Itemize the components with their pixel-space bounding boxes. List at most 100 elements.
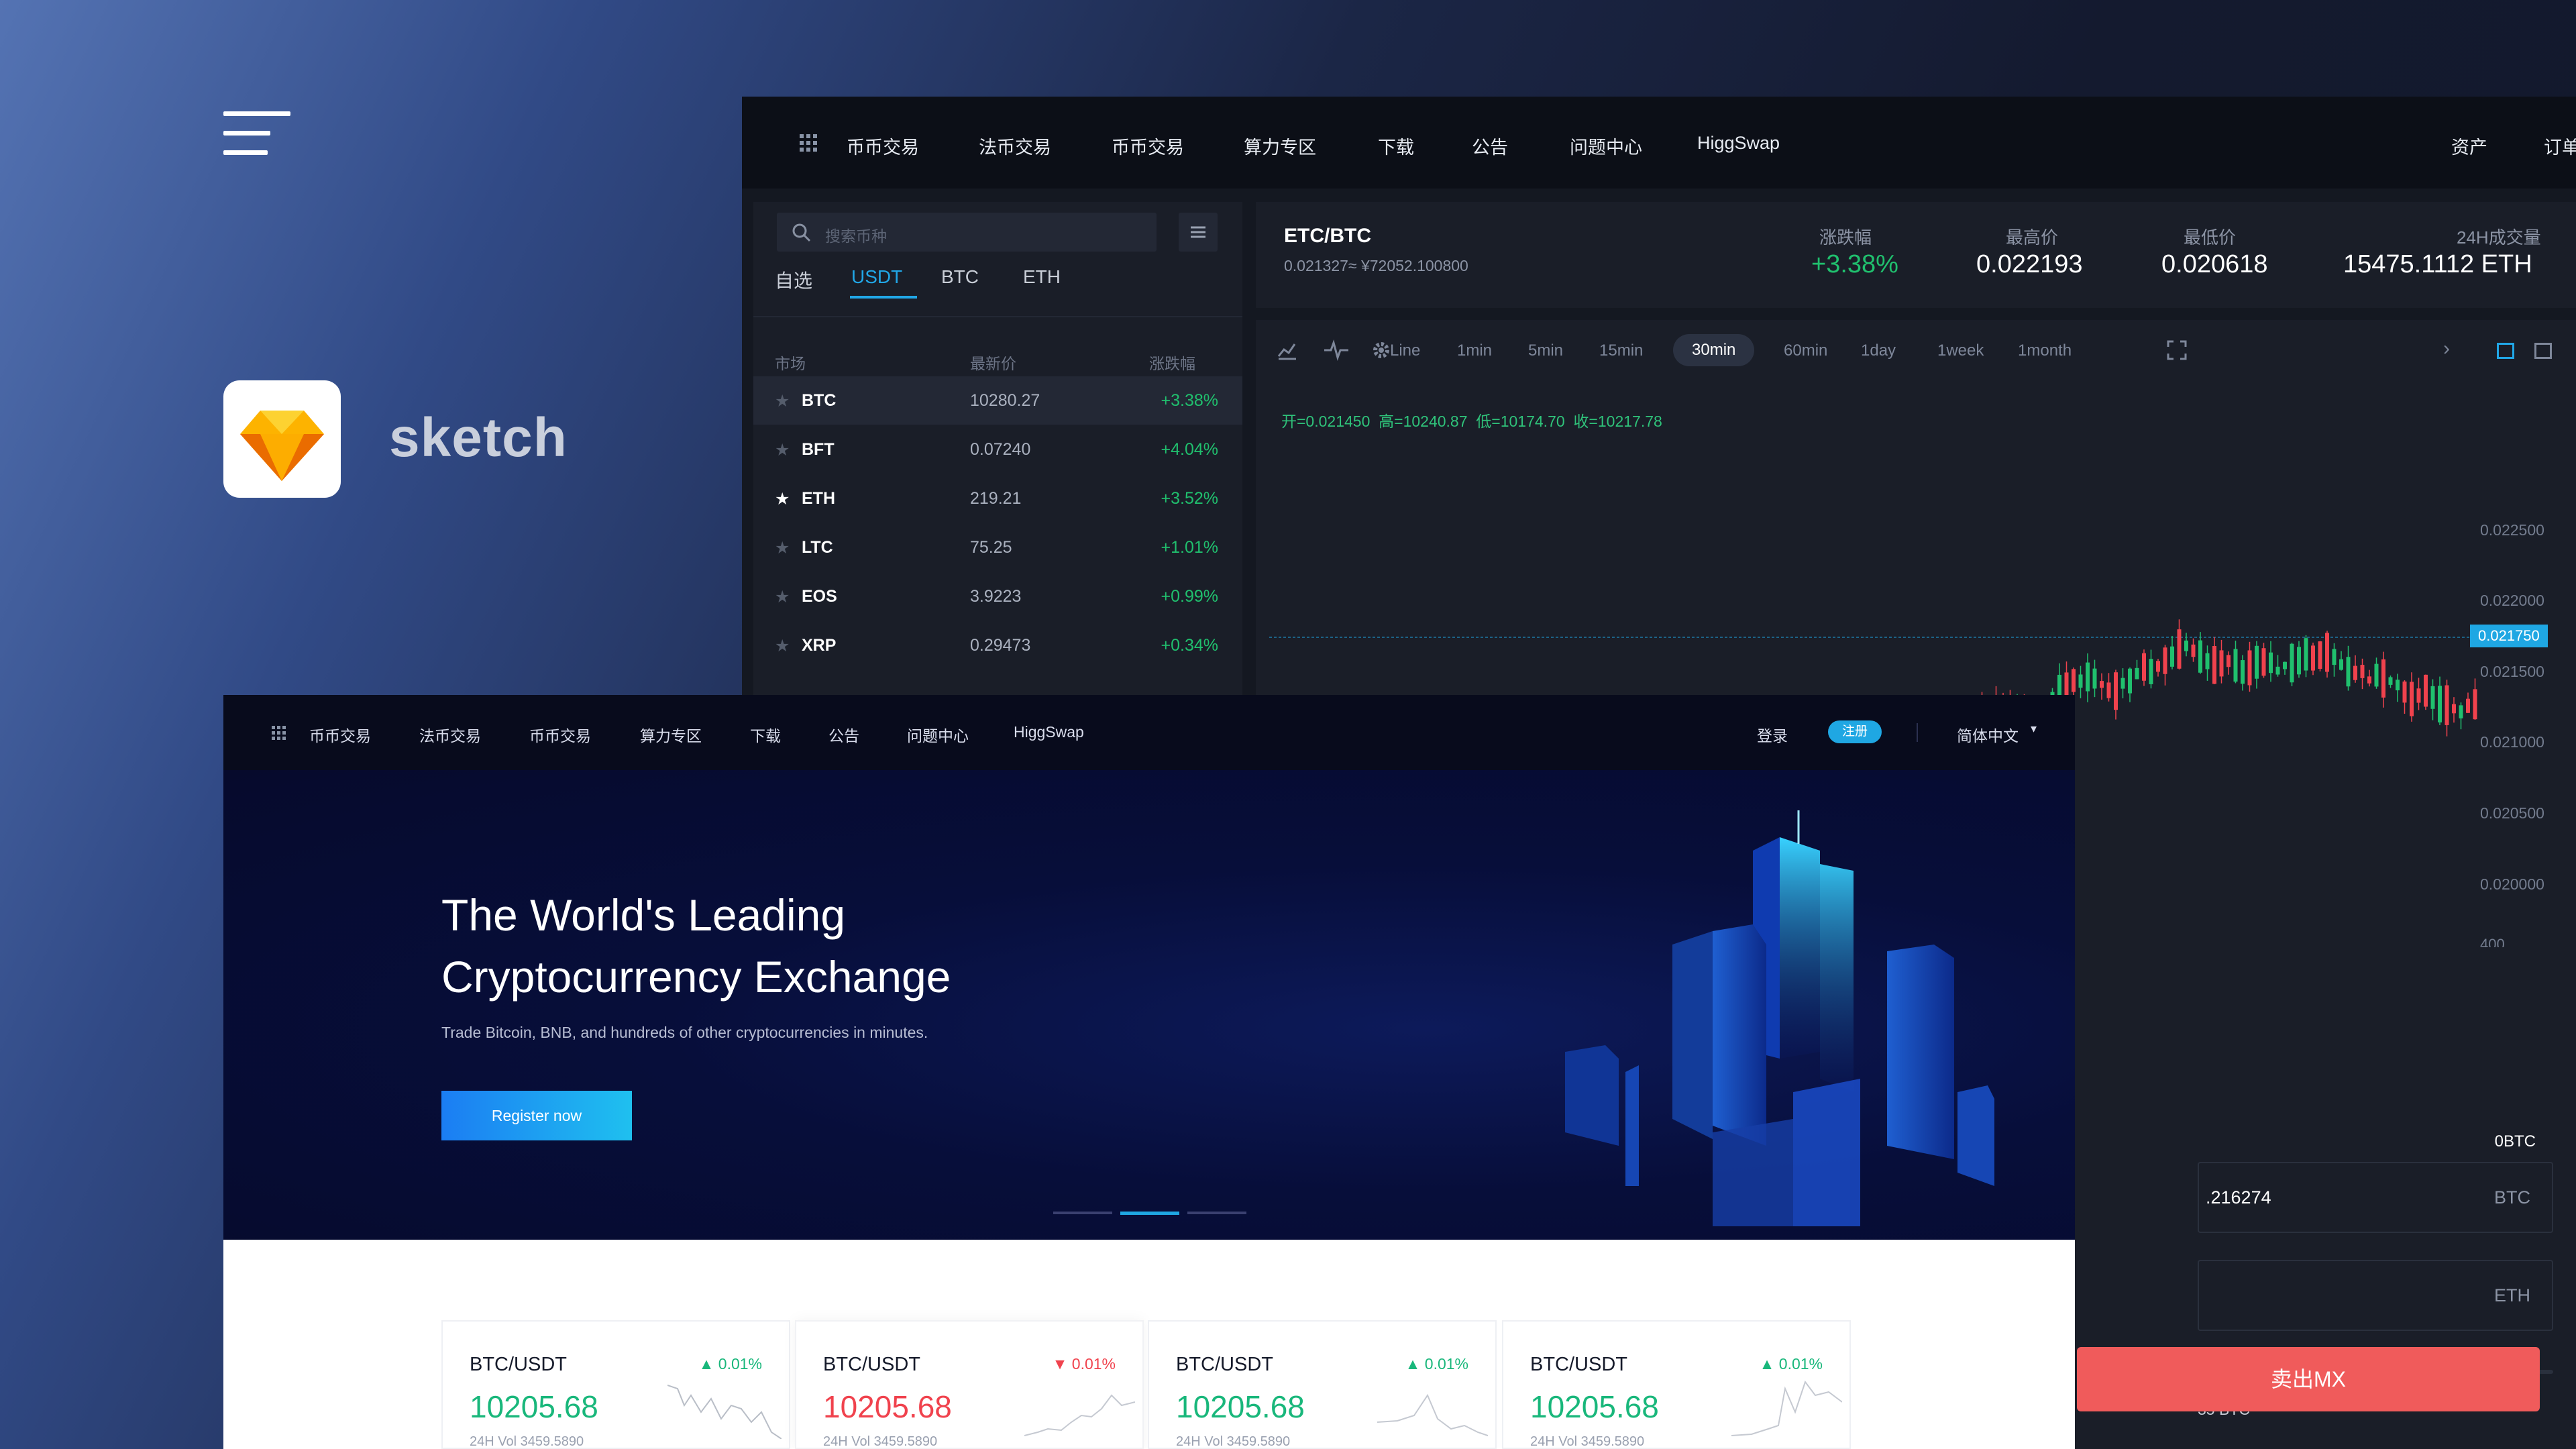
col-last-price[interactable]: 最新价: [970, 351, 1016, 374]
fullscreen-icon[interactable]: [2167, 340, 2187, 360]
nav-higgswap[interactable]: HiggSwap: [1014, 723, 1084, 741]
hero-subtitle: Trade Bitcoin, BNB, and hundreds of othe…: [441, 1024, 928, 1041]
star-icon[interactable]: ★: [775, 636, 790, 656]
row-price: 10280.27: [970, 391, 1040, 410]
market-row[interactable]: ★ ETH 219.21 +3.52%: [753, 474, 1242, 523]
candle: [2128, 668, 2132, 694]
candle-view-icon[interactable]: [2497, 343, 2514, 359]
tab-favorites[interactable]: 自选: [775, 266, 812, 293]
apps-grid-icon[interactable]: [800, 134, 817, 152]
candle: [2184, 640, 2188, 651]
price-input[interactable]: .216274 BTC: [2198, 1162, 2553, 1233]
market-card[interactable]: BTC/USDT ▲ 0.01% 10205.68 24H Vol 3459.5…: [1502, 1320, 1851, 1449]
carousel-dot[interactable]: [1187, 1212, 1246, 1214]
depth-view-icon[interactable]: [2534, 343, 2552, 359]
star-icon[interactable]: ★: [775, 391, 790, 411]
tab-usdt[interactable]: USDT: [851, 266, 902, 288]
indicator-icon[interactable]: [1323, 339, 1350, 362]
tf-1day[interactable]: 1day: [1861, 341, 1896, 360]
row-symbol: EOS: [802, 587, 837, 606]
candle: [2198, 640, 2202, 673]
carousel-dot-active[interactable]: [1120, 1212, 1179, 1215]
search-input[interactable]: 搜索币种: [777, 213, 1157, 252]
sketch-app-icon: [223, 380, 341, 498]
tf-15min[interactable]: 15min: [1599, 341, 1643, 360]
market-row[interactable]: ★ EOS 3.9223 +0.99%: [753, 572, 1242, 621]
landing-navbar: 币币交易 法币交易 币币交易 算力专区 下载 公告 问题中心 HiggSwap …: [223, 695, 2075, 770]
language-select[interactable]: 简体中文: [1957, 723, 2019, 746]
col-change[interactable]: 涨跌幅: [1149, 351, 1195, 374]
chart-type-icon[interactable]: [1276, 339, 1299, 362]
market-card[interactable]: BTC/USDT ▲ 0.01% 10205.68 24H Vol 3459.5…: [441, 1320, 790, 1449]
tf-1min[interactable]: 1min: [1457, 341, 1492, 360]
nav-hashrate[interactable]: 算力专区: [1244, 133, 1316, 159]
nav-download[interactable]: 下载: [1378, 133, 1414, 159]
row-price: 75.25: [970, 538, 1012, 557]
market-row[interactable]: ★ BTC 10280.27 +3.38%: [753, 376, 1242, 425]
row-symbol: LTC: [802, 538, 833, 557]
market-row[interactable]: ★ LTC 75.25 +1.01%: [753, 523, 1242, 572]
candle: [2163, 647, 2167, 674]
card-volume: 24H Vol 3459.5890: [1530, 1434, 1645, 1449]
tf-line[interactable]: Line: [1390, 341, 1420, 360]
amount-input[interactable]: ETH: [2198, 1260, 2553, 1331]
tf-1month[interactable]: 1month: [2018, 341, 2072, 360]
label-change: 涨跌幅: [1819, 227, 1872, 248]
nav-spot-2[interactable]: 币币交易: [529, 723, 591, 746]
y-label: 0.022500: [2480, 521, 2544, 539]
y-label: 0.022000: [2480, 592, 2544, 609]
candle: [2339, 659, 2343, 670]
label-low: 最低价: [2184, 227, 2237, 248]
candle: [2388, 677, 2393, 685]
market-row[interactable]: ★ BFT 0.07240 +4.04%: [753, 425, 1242, 474]
nav-announcement[interactable]: 公告: [828, 723, 859, 746]
tab-eth[interactable]: ETH: [1023, 266, 1061, 288]
carousel-dot[interactable]: [1053, 1212, 1112, 1214]
sell-button[interactable]: 卖出MX: [2077, 1347, 2540, 1411]
amount-unit: ETH: [2494, 1285, 2530, 1305]
tf-60min[interactable]: 60min: [1784, 341, 1827, 360]
nav-spot[interactable]: 币币交易: [309, 723, 371, 746]
nav-help[interactable]: 问题中心: [907, 723, 969, 746]
divider: [1917, 723, 1918, 742]
register-pill-button[interactable]: 注册: [1828, 720, 1882, 743]
market-row[interactable]: ★ XRP 0.29473 +0.34%: [753, 621, 1242, 669]
market-card[interactable]: BTC/USDT ▼ 0.01% 10205.68 24H Vol 3459.5…: [795, 1320, 1144, 1449]
settings-gear-icon[interactable]: [1370, 339, 1393, 362]
nav-spot-2[interactable]: 币币交易: [1112, 133, 1184, 159]
pair-title: ETC/BTC: [1284, 225, 1371, 247]
nav-higgswap[interactable]: HiggSwap: [1697, 133, 1780, 154]
menu-icon[interactable]: [223, 111, 290, 156]
tf-30min[interactable]: 30min: [1673, 334, 1755, 366]
login-link[interactable]: 登录: [1757, 723, 1788, 746]
tf-5min[interactable]: 5min: [1528, 341, 1563, 360]
star-icon[interactable]: ★: [775, 440, 790, 460]
nav-download[interactable]: 下载: [750, 723, 781, 746]
nav-spot[interactable]: 币币交易: [847, 133, 919, 159]
market-card[interactable]: BTC/USDT ▲ 0.01% 10205.68 24H Vol 3459.5…: [1148, 1320, 1497, 1449]
nav-hashrate[interactable]: 算力专区: [640, 723, 702, 746]
register-now-button[interactable]: Register now: [441, 1091, 632, 1140]
list-view-icon[interactable]: [1179, 213, 1218, 252]
y-label: 0.021000: [2480, 733, 2544, 751]
nav-assets[interactable]: 资产: [2451, 133, 2487, 159]
chevron-right-icon[interactable]: ›: [2443, 337, 2450, 360]
nav-help[interactable]: 问题中心: [1570, 133, 1642, 159]
apps-grid-icon[interactable]: [272, 726, 286, 740]
tf-1week[interactable]: 1week: [1937, 341, 1984, 360]
nav-orders[interactable]: 订单: [2544, 133, 2576, 159]
candle: [2438, 686, 2442, 722]
nav-fiat[interactable]: 法币交易: [979, 133, 1051, 159]
nav-fiat[interactable]: 法币交易: [419, 723, 481, 746]
star-icon[interactable]: ★: [775, 538, 790, 558]
star-icon[interactable]: ★: [775, 587, 790, 607]
hero-banner: The World's Leading Cryptocurrency Excha…: [223, 770, 2075, 1240]
tab-btc[interactable]: BTC: [941, 266, 979, 288]
star-icon[interactable]: ★: [775, 489, 790, 509]
row-change: +3.52%: [1161, 489, 1219, 508]
candle: [2149, 659, 2153, 684]
price-value: .216274: [2206, 1187, 2271, 1208]
nav-announcement[interactable]: 公告: [1472, 133, 1508, 159]
chevron-down-icon[interactable]: ▾: [2031, 722, 2037, 736]
row-price: 0.29473: [970, 636, 1031, 655]
